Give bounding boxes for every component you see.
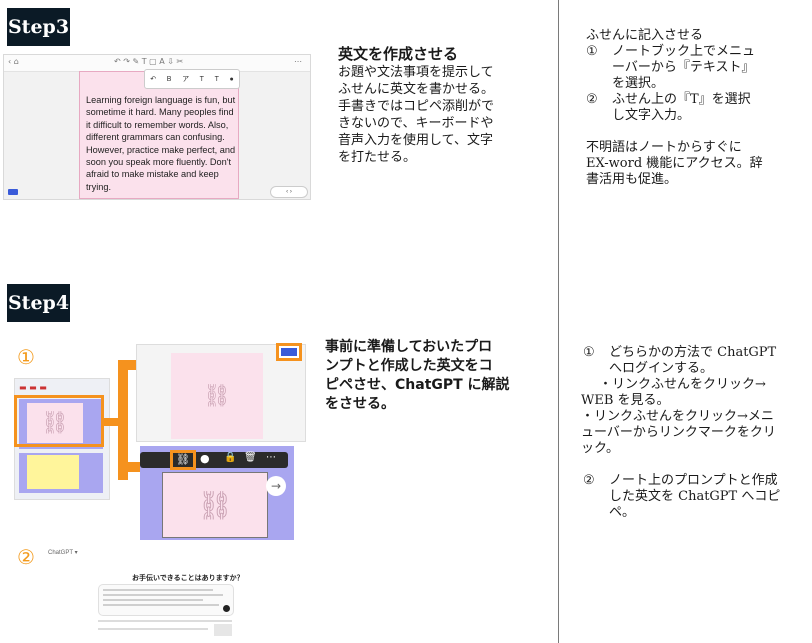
step3-badge: Step3 [7,8,70,46]
chatgpt-heading: お手伝いできることはありますか？ [132,575,244,582]
bullet-line: ・リンクふせんをクリック→ [599,377,766,392]
yellow-note [27,455,79,489]
step-line: し文字入力。 [612,108,691,123]
text-note-thumb[interactable] [19,453,103,493]
step-line: どちらかの方法で ChatGPT [609,345,777,360]
step3-screenshot: ‹ ⌂ ↶ ↷ ✎ T ▢ A ⇩ ✂ ⋯ Learning foreign l… [3,54,311,200]
title-line: をさせる。 [325,396,395,412]
attachment-thumb [214,624,232,636]
extra-line: 書活用も促進。 [586,172,678,187]
step3-body: お題や文法事項を提示して ふせんに英文を書かせる。 手書きではコピペ添削がで き… [338,64,548,166]
context-menubar: ⛓ ● 🔒 🗑 ⋯ [140,452,288,468]
sticky-note-text: Learning foreign language is fun, but so… [86,95,236,192]
note-heading: ふせんに記入させる [586,28,704,43]
app-badge [8,189,18,195]
body-line: を打たせる。 [338,150,417,165]
sticky-note[interactable]: Learning foreign language is fun, but so… [79,71,239,199]
step4-badge: Step4 [7,284,70,322]
undo-icon[interactable]: ↶ [150,75,156,83]
send-icon[interactable] [223,605,230,612]
text-format-toolbar: ↶ B ア T T ● [144,69,240,89]
tool-icons: ↶ ↷ ✎ T ▢ A ⇩ ✂ [114,57,184,66]
step4-marker-2: ② [17,545,35,569]
step-line: ペ。 [609,505,636,520]
title-line: ンプトと作成した英文をコ [325,358,493,374]
home-icon: ‹ ⌂ [8,57,19,66]
step-number: ② [583,473,595,488]
step-line: した英文を ChatGPT へコピ [609,489,781,504]
step-line: ノート上のプロンプトと作成 [609,473,778,488]
list-item: ② ふせん上の『T』を選択 し文字入力。 [586,92,808,124]
step3-badge-label: Step3 [7,16,70,38]
menu-screenshot: ⛓ ● 🔒 🗑 ⋯ ⛓ → [140,446,294,540]
step-line: ふせん上の『T』を選択 [612,92,751,107]
body-line: お題や文法事項を提示して [338,65,494,80]
step-line: ノートブック上でメニュ [612,44,756,59]
column-divider [558,0,559,643]
list-item: ① ノートブック上でメニュ ーバーから『テキスト』 を選択。 [586,44,808,92]
step3-steps: ① ノートブック上でメニュ ーバーから『テキスト』 を選択。 ② ふせん上の『T… [586,44,808,124]
step4-steps-2: ② ノート上のプロンプトと作成 した英文を ChatGPT へコピ ペ。 [583,473,809,521]
body-line: 手書きではコピペ添削がで [338,99,495,114]
title-line: ピペさせ、ChatGPT に解説 [325,377,510,393]
step-line: へログインする。 [609,361,714,376]
step4-title: 事前に準備しておいたプロ ンプトと作成した英文をコ ピペさせ、ChatGPT に… [325,338,555,414]
step3-notes: ふせんに記入させる ① ノートブック上でメニュ ーバーから『テキスト』 を選択。… [586,28,808,188]
title-line: 事前に準備しておいたプロ [325,339,493,355]
text-size-icon[interactable]: T [215,76,219,83]
step-number: ① [583,345,595,360]
body-line: きないので、キーボードや [338,116,494,131]
link-icon-highlight [170,450,196,470]
list-item: ① どちらかの方法で ChatGPT へログインする。 [583,345,809,377]
step4-steps: ① どちらかの方法で ChatGPT へログインする。 [583,345,809,377]
chatgpt-label[interactable]: ChatGPT ▾ [48,549,78,556]
color-icon[interactable]: ● [229,76,233,83]
link-icon: ⛓ [203,383,231,409]
prompt-input[interactable] [98,584,234,616]
step4-notes: ① どちらかの方法で ChatGPT へログインする。 ・リンクふせんをクリック… [581,345,809,521]
body-line: ふせんに英文を書かせる。 [338,82,495,97]
menu-icon: ⋯ [294,57,302,66]
bullet-line: ・リンクふせんをクリック→メニ [581,409,774,424]
extra-line: EX-word 機能にアクセス。辞 [586,156,763,171]
more-icon[interactable]: ⋯ [266,452,276,463]
step3-title: 英文を作成させる [338,45,459,63]
chatgpt-screenshot: ChatGPT ▾ お手伝いできることはありますか？ [40,546,290,641]
bullet-1: ・リンクふせんをクリック→ [583,377,809,393]
bullet-line: WEB を見る。 [581,393,670,408]
body-line: 音声入力を使用して、文字 [338,133,493,148]
lock-icon[interactable]: 🔒 [224,452,236,463]
bullet-line: ューバーからリンクマークをクリ [581,425,776,440]
text-icon[interactable]: T [200,76,204,83]
arrow-right-icon[interactable]: → [266,476,286,496]
color-icon[interactable]: ● [200,452,210,465]
step4-badge-label: Step4 [7,292,70,314]
trash-icon[interactable]: 🗑 [244,452,257,463]
flag-icons: ▬ ▬ ▬ [19,383,47,392]
step-number: ① [586,44,598,59]
font-icon[interactable]: ア [182,74,189,84]
extra-line: 不明語はノートからすぐに [586,140,742,155]
step4-marker-1: ① [17,345,35,369]
step-number: ② [586,92,598,107]
bullet-2: ・リンクふせんをクリック→メニ ューバーからリンクマークをクリ ック。 [581,409,809,457]
link-note-selected[interactable]: ⛓ [162,472,268,538]
step-line: ーバーから『テキスト』 [612,60,755,75]
bullet-line: ック。 [581,441,619,456]
list-item: ② ノート上のプロンプトと作成 した英文を ChatGPT へコピ ペ。 [583,473,809,521]
page-nav[interactable]: ‹ › [270,186,308,198]
bold-icon[interactable]: B [167,76,172,83]
web-button [281,348,297,356]
link-note-large[interactable]: ⛓ [171,353,263,439]
web-button-highlight[interactable] [276,343,302,361]
link-icon: ⛓ [197,488,233,522]
step-line: を選択。 [612,76,665,91]
step3-description: 英文を作成させる お題や文法事項を提示して ふせんに英文を書かせる。 手書きでは… [338,45,548,166]
highlight-box-1 [14,395,104,447]
